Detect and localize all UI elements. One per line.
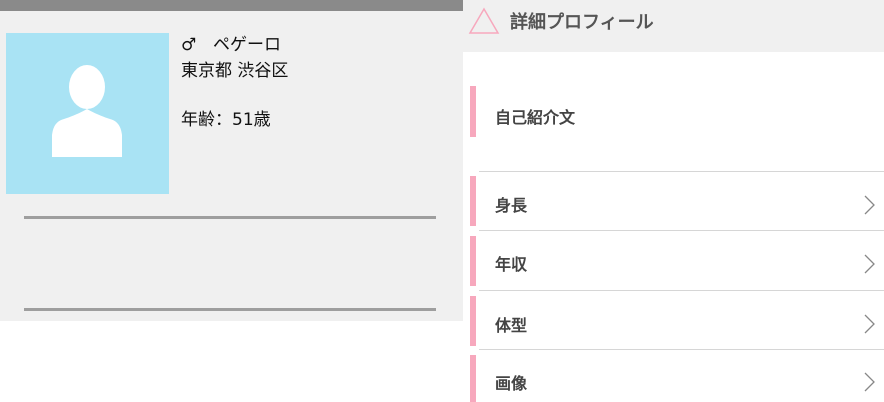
row-divider bbox=[479, 171, 884, 172]
avatar[interactable] bbox=[6, 33, 169, 194]
chevron-right-icon[interactable] bbox=[862, 253, 876, 275]
top-bar bbox=[0, 0, 463, 11]
profile-age: 年齢：51歳 bbox=[181, 110, 271, 130]
chevron-right-icon[interactable] bbox=[862, 371, 876, 393]
section-body-type[interactable]: 体型 bbox=[495, 312, 527, 336]
profile-name-row: ♂ ペゲーロ bbox=[181, 30, 281, 55]
section-income[interactable]: 年収 bbox=[495, 251, 527, 275]
person-silhouette-icon bbox=[52, 65, 122, 157]
male-icon: ♂ bbox=[181, 35, 197, 55]
divider bbox=[24, 216, 436, 219]
accent-bar bbox=[470, 176, 476, 226]
accent-bar bbox=[470, 236, 476, 286]
section-images[interactable]: 画像 bbox=[495, 370, 527, 394]
section-self-intro[interactable]: 自己紹介文 bbox=[495, 104, 575, 128]
accent-bar bbox=[470, 86, 476, 137]
chevron-right-icon[interactable] bbox=[862, 313, 876, 335]
triangle-icon bbox=[468, 7, 500, 34]
detail-title: 詳細プロフィール bbox=[510, 12, 654, 33]
chevron-right-icon[interactable] bbox=[862, 194, 876, 216]
accent-bar bbox=[470, 355, 476, 402]
row-divider bbox=[479, 290, 884, 291]
row-divider bbox=[479, 349, 884, 350]
accent-bar bbox=[470, 296, 476, 346]
section-height[interactable]: 身長 bbox=[495, 192, 527, 216]
profile-location: 東京都 渋谷区 bbox=[181, 61, 289, 81]
divider bbox=[24, 308, 436, 311]
profile-name: ペゲーロ bbox=[213, 35, 281, 55]
row-divider bbox=[479, 230, 884, 231]
